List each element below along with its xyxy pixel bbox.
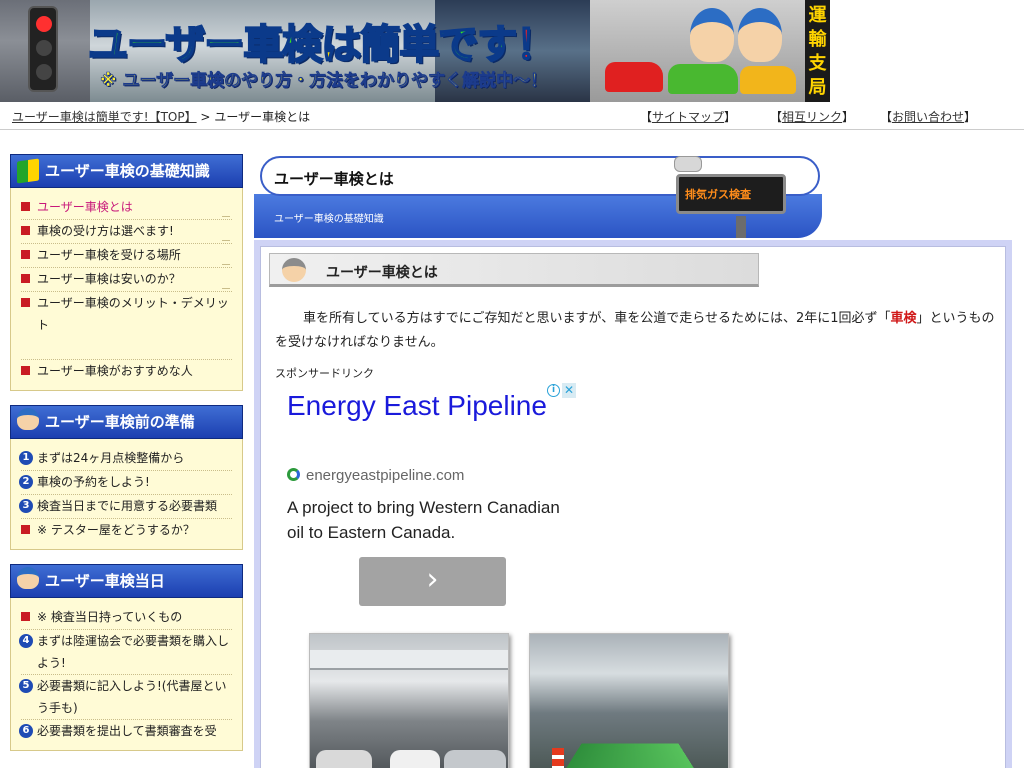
traffic-signal-icon xyxy=(28,6,58,92)
site-favicon-icon xyxy=(287,468,300,481)
ad-open-button[interactable]: › xyxy=(359,557,506,606)
sidebar-item-reservation[interactable]: 2 車検の予約をしよう! xyxy=(19,471,232,495)
advertisement[interactable]: i ✕ Energy East Pipeline energyeastpipel… xyxy=(275,383,577,629)
sidebar-item-required-documents[interactable]: 3 検査当日までに用意する必要書類 xyxy=(19,495,232,519)
sidebar-item-location[interactable]: ユーザー車検を受ける場所 xyxy=(21,244,232,268)
sidebar-menu-inspection-day: ※ 検査当日持っていくもの 4 まずは陸運協会で必要書類を購入しよう! 5 必要… xyxy=(10,598,243,751)
step-number-icon: 6 xyxy=(19,724,33,738)
page-header: ユーザー車検とは ユーザー車検の基礎知識 排気ガス検査 xyxy=(254,154,824,238)
ad-headline[interactable]: Energy East Pipeline xyxy=(287,389,547,422)
bullet-icon xyxy=(21,298,30,307)
sidebar-item-submit-documents[interactable]: 6 必要書類を提出して書類審査を受 xyxy=(19,720,232,744)
sidebar-item-fill-documents[interactable]: 5 必要書類に記入しよう!(代書屋という手も) xyxy=(19,675,232,720)
camera-icon xyxy=(674,156,702,172)
breadcrumb: ユーザー車検は簡単です!【TOP】 > ユーザー車検とは xyxy=(12,108,310,125)
site-subtitle: ※ ユーザー車検のやり方・方法をわかりやすく解説中〜！ xyxy=(100,71,548,92)
mechanic-illustration-icon xyxy=(738,8,782,62)
ad-domain[interactable]: energyeastpipeline.com xyxy=(287,467,464,484)
step-number-icon: 5 xyxy=(19,679,33,693)
toplink-sitemap: 【サイトマップ】 xyxy=(640,110,737,124)
site-title: ユーザー車検は簡単です！ xyxy=(87,21,557,69)
sidebar-item-recommended-for[interactable]: ユーザー車検がおすすめな人 xyxy=(21,360,232,384)
bullet-icon xyxy=(21,202,30,211)
page-title: ユーザー車検とは xyxy=(274,170,394,188)
sidebar-item-what-is-user-inspection[interactable]: ユーザー車検とは xyxy=(21,196,232,220)
sidebar-item-choose-method[interactable]: 車検の受け方は選べます! xyxy=(21,220,232,244)
toplink-mutual-links: 【相互リンク】 xyxy=(770,110,855,124)
traffic-cone-icon xyxy=(552,748,564,768)
bullet-icon xyxy=(21,226,30,235)
content-frame: ユーザー車検とは 車を所有している方はすでにご存知だと思いますが、車を公道で走ら… xyxy=(254,240,1012,768)
toplink-contact: 【お問い合わせ】 xyxy=(880,110,977,124)
sidebar-menu-basics: ユーザー車検とは 車検の受け方は選べます! ユーザー車検を受ける場所 ユーザー車… xyxy=(10,188,243,391)
bullet-icon xyxy=(21,366,30,375)
sidebar-item-buy-documents[interactable]: 4 まずは陸運協会で必要書類を購入しよう! xyxy=(19,630,232,675)
step-number-icon: 4 xyxy=(19,634,33,648)
mechanic-illustration-icon xyxy=(690,8,734,62)
article-body: ユーザー車検とは 車を所有している方はすでにご存知だと思いますが、車を公道で走ら… xyxy=(260,246,1006,768)
transport-bureau-label: 運 輸 支 局 xyxy=(805,0,830,102)
sidebar-heading-inspection-day: ユーザー車検当日 xyxy=(10,564,243,598)
page-category: ユーザー車検の基礎知識 xyxy=(274,214,384,225)
close-icon[interactable]: ✕ xyxy=(562,383,576,398)
adchoices[interactable]: i ✕ xyxy=(545,383,577,399)
bullet-icon xyxy=(21,274,30,283)
breadcrumb-home-link[interactable]: ユーザー車検は簡単です!【TOP】 xyxy=(12,110,197,124)
photo-inspection-lane xyxy=(529,633,729,768)
step-number-icon: 3 xyxy=(19,499,33,513)
bullet-icon xyxy=(21,612,30,621)
sidebar-menu-preparation: 1 まずは24ヶ月点検整備から 2 車検の予約をしよう! 3 検査当日までに用意… xyxy=(10,439,243,550)
sidebar: ユーザー車検の基礎知識 ユーザー車検とは 車検の受け方は選べます! ユーザー車検… xyxy=(10,154,243,765)
green-car-icon xyxy=(668,64,738,94)
chevron-right-icon: › xyxy=(426,562,439,597)
sidebar-item-24-month-check[interactable]: 1 まずは24ヶ月点検整備から xyxy=(19,447,232,471)
site-banner[interactable]: ユーザー車検は簡単です！ ※ ユーザー車検のやり方・方法をわかりやすく解説中〜！… xyxy=(0,0,830,102)
bullet-icon xyxy=(21,250,30,259)
breadcrumb-row: ユーザー車検は簡単です!【TOP】 > ユーザー車検とは 【サイトマップ】 【相… xyxy=(0,104,1024,130)
sidebar-spacer xyxy=(21,336,232,360)
info-icon[interactable]: i xyxy=(547,384,560,397)
step-number-icon: 1 xyxy=(19,451,33,465)
main-content: ユーザー車検とは ユーザー車検の基礎知識 排気ガス検査 ユーザー車検とは 車を所… xyxy=(254,154,1012,768)
sidebar-item-is-it-cheap[interactable]: ユーザー車検は安いのか？ xyxy=(21,268,232,292)
section-heading: ユーザー車検とは xyxy=(269,253,759,287)
mutual-links-link[interactable]: 相互リンク xyxy=(782,110,842,124)
sign-pole xyxy=(736,216,746,238)
red-car-icon xyxy=(605,62,663,92)
sidebar-heading-basics: ユーザー車検の基礎知識 xyxy=(10,154,243,188)
breadcrumb-current: ユーザー車検とは xyxy=(214,110,311,124)
photo-inspection-parking xyxy=(309,633,509,768)
emission-test-sign-icon: 排気ガス検査 xyxy=(676,174,786,214)
mechanic-icon xyxy=(17,408,39,430)
mechanic-face-icon xyxy=(282,258,306,282)
intro-paragraph: 車を所有している方はすでにご存知だと思いますが、車を公道で走らせるためには、2年… xyxy=(275,311,995,350)
sidebar-item-tester-shop[interactable]: ※ テスター屋をどうするか？ xyxy=(21,519,232,543)
sitemap-link[interactable]: サイトマップ xyxy=(652,110,724,124)
sidebar-item-things-to-bring[interactable]: ※ 検査当日持っていくもの xyxy=(21,606,232,630)
ad-body: A project to bring Western Canadian oil … xyxy=(287,498,560,542)
sponsored-link-label: スポンサードリンク xyxy=(275,367,374,380)
sidebar-heading-preparation: ユーザー車検前の準備 xyxy=(10,405,243,439)
bullet-icon xyxy=(21,525,30,534)
mechanic-icon xyxy=(17,567,39,589)
beginner-mark-icon xyxy=(17,158,39,184)
contact-link[interactable]: お問い合わせ xyxy=(892,110,964,124)
sidebar-item-merits[interactable]: ユーザー車検のメリット・デメリット xyxy=(21,292,232,336)
yellow-car-icon xyxy=(740,66,796,94)
step-number-icon: 2 xyxy=(19,475,33,489)
breadcrumb-separator: > xyxy=(200,110,211,124)
